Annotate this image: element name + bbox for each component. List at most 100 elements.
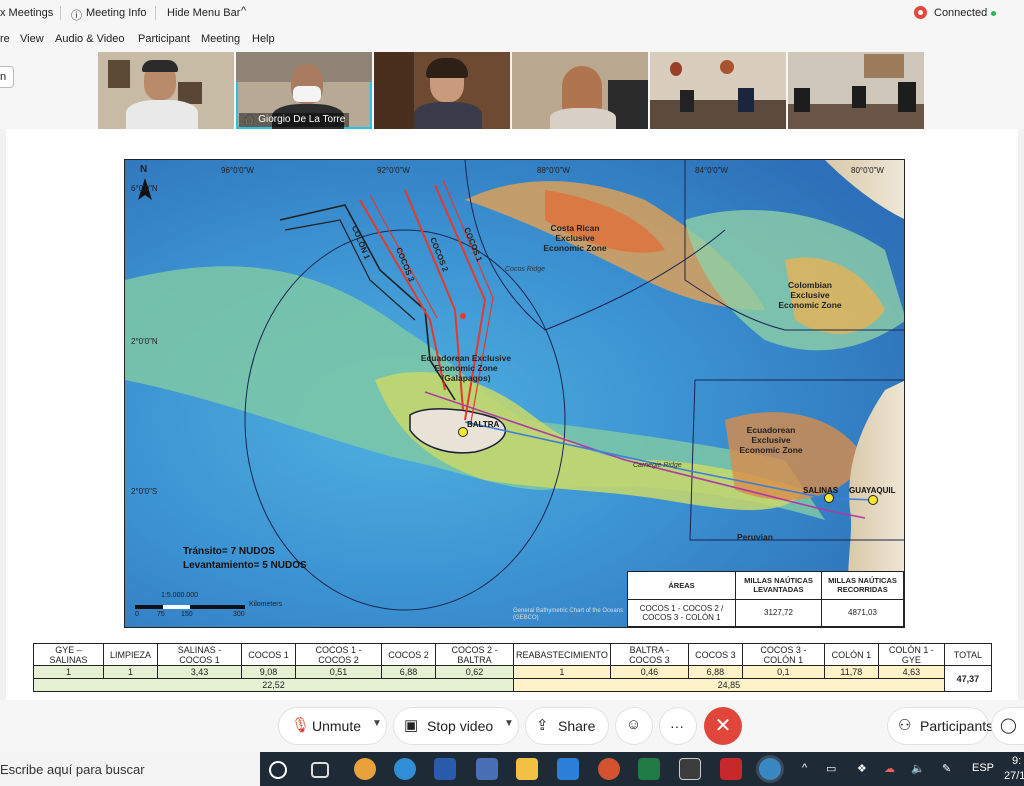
language-indicator[interactable]: ESP [972,762,994,774]
edge-icon[interactable] [394,758,416,780]
summary-cell: 1 [103,665,158,680]
search-placeholder: Escribe aquí para buscar [0,762,145,777]
bathymetric-map: N 96°0'0"W 92°0'0"W 88°0'0"W 84°0'0"W 80… [124,159,905,628]
battery-icon[interactable]: ▭ [826,762,836,775]
webex-icon[interactable] [759,758,781,780]
wall-frame [864,54,904,78]
chevron-up-icon[interactable]: ^ [241,5,246,17]
task-view-icon[interactable] [311,762,329,778]
active-speaker-name: 🎧 Giorgio De La Torre [239,113,350,127]
powerpoint-icon[interactable] [598,758,620,780]
summary-cell: 3,43 [157,665,242,680]
cap [142,60,178,72]
reactions-button[interactable]: ☺ [616,708,652,744]
scale-tick: 0 [135,611,139,618]
areas-cell: 3127,72 [735,598,822,627]
map-graphic [125,160,904,627]
menu-item-participant[interactable]: Participant [138,33,190,45]
excel-icon[interactable] [638,758,660,780]
side-panel-button[interactable]: n [0,66,14,88]
menu-item-meetings[interactable]: re [0,33,10,45]
longitude-label: 84°0'0"W [695,166,728,175]
person-icon: ⚇ [898,717,912,734]
cortana-icon[interactable] [269,761,287,779]
participant-video-6[interactable] [788,52,924,129]
areas-header: MILLAS NAÚTICAS LEVANTADAS [735,571,822,600]
divider [155,6,156,20]
dropbox-icon[interactable]: ❖ [857,762,867,775]
participant-video-1[interactable] [98,52,234,129]
scale-unit: Kilometers [249,601,283,608]
clock-date[interactable]: 27/1 [1004,770,1024,782]
scale-ratio: 1:5.000.000 [161,592,198,599]
taskbar-search-box[interactable]: Escribe aquí para buscar [0,752,260,786]
unmute-label: Unmute [312,718,362,734]
volume-icon[interactable]: 🔈 [911,762,925,775]
hair [426,58,468,78]
areas-cell: COCOS 1 - COCOS 2 / COCOS 3 - COLÓN 1 [627,598,736,627]
summary-cell: 1 [513,665,611,680]
map-credit: General Bathymetric Chart of the Oceans … [513,608,624,621]
summary-cell: 0,46 [609,665,689,680]
transit-speed: Tránsito= 7 NUDOS [183,546,275,557]
summary-subtotal: 22,52 [33,678,514,692]
acrobat-icon[interactable] [720,758,742,780]
clock-time[interactable]: 9: [1012,755,1021,767]
meeting-info-button[interactable]: Meeting Info [86,7,147,19]
share-button[interactable]: ⇪ Share [526,708,608,744]
summary-header: LIMPIEZA [103,642,158,667]
port-label-salinas: SALINAS [803,486,839,495]
stop-video-button[interactable]: ▣ Stop video ▼ [394,708,518,744]
ridge-label: Cocos Ridge [505,266,546,273]
file-explorer-icon[interactable] [516,758,538,780]
menu-item-help[interactable]: Help [252,33,275,45]
participant-video-3[interactable] [374,52,510,129]
chrome-icon[interactable] [354,758,376,780]
areas-header: MILLAS NAÚTICAS RECORRIDAS [821,571,904,600]
participant-body [414,102,482,129]
media-icon[interactable] [679,758,701,780]
network-icon[interactable]: ☁ [884,762,895,775]
summary-header: COCOS 2 - BALTRA [435,642,514,667]
leave-meeting-button[interactable]: ✕ [704,707,742,745]
hide-menu-bar-button[interactable]: Hide Menu Bar [167,7,240,19]
chevron-down-icon[interactable]: ▼ [372,718,382,729]
menu-item-audio-video[interactable]: Audio & Video [55,33,125,45]
menu-item-meeting[interactable]: Meeting [201,33,240,45]
meetings-menu[interactable]: x Meetings [0,7,53,19]
participants-button[interactable]: ⚇ Participants [888,708,993,744]
chevron-down-icon[interactable]: ▼ [504,718,514,729]
summary-cell: 0,51 [295,665,382,680]
word-icon[interactable] [434,758,456,780]
chevron-up-icon[interactable]: ^ [802,762,807,774]
participants-label: Participants [920,718,994,734]
chat-button[interactable]: ◯ [992,708,1024,744]
unmute-button[interactable]: 🎙 Unmute ▼ [279,708,386,744]
share-label: Share [558,718,596,734]
participant-video-4[interactable] [512,52,648,129]
longitude-label: 80°0'0"W [851,166,884,175]
scale-bar-segment [163,605,190,609]
zone-label-ecuador: Ecuadorean Exclusive Economic Zone [739,425,803,455]
zone-label-peru: Peruvian [737,532,773,542]
mail-icon[interactable] [557,758,579,780]
participant-silhouette [738,88,754,112]
wall-frame [108,60,130,88]
hair [562,66,602,112]
summary-header: BALTRA - COCOS 3 [609,642,689,667]
menu-item-view[interactable]: View [20,33,44,45]
face-mask [293,86,321,102]
summary-header: REABASTECIMIENTO [513,642,611,667]
summary-cell: 0,62 [435,665,514,680]
summary-header: COCOS 2 [381,642,436,667]
participant-body [550,108,616,129]
latitude-label: 6°0'0"N [131,184,158,193]
pen-icon[interactable]: ✎ [942,762,951,775]
ridge-label: Carnegie Ridge [633,462,682,469]
participant-video-5[interactable] [650,52,786,129]
more-options-button[interactable]: ··· [660,708,696,744]
summary-header: SALINAS - COCOS 1 [157,642,242,667]
store-icon[interactable] [476,758,498,780]
longitude-label: 92°0'0"W [377,166,410,175]
summary-cell: 6,88 [381,665,436,680]
